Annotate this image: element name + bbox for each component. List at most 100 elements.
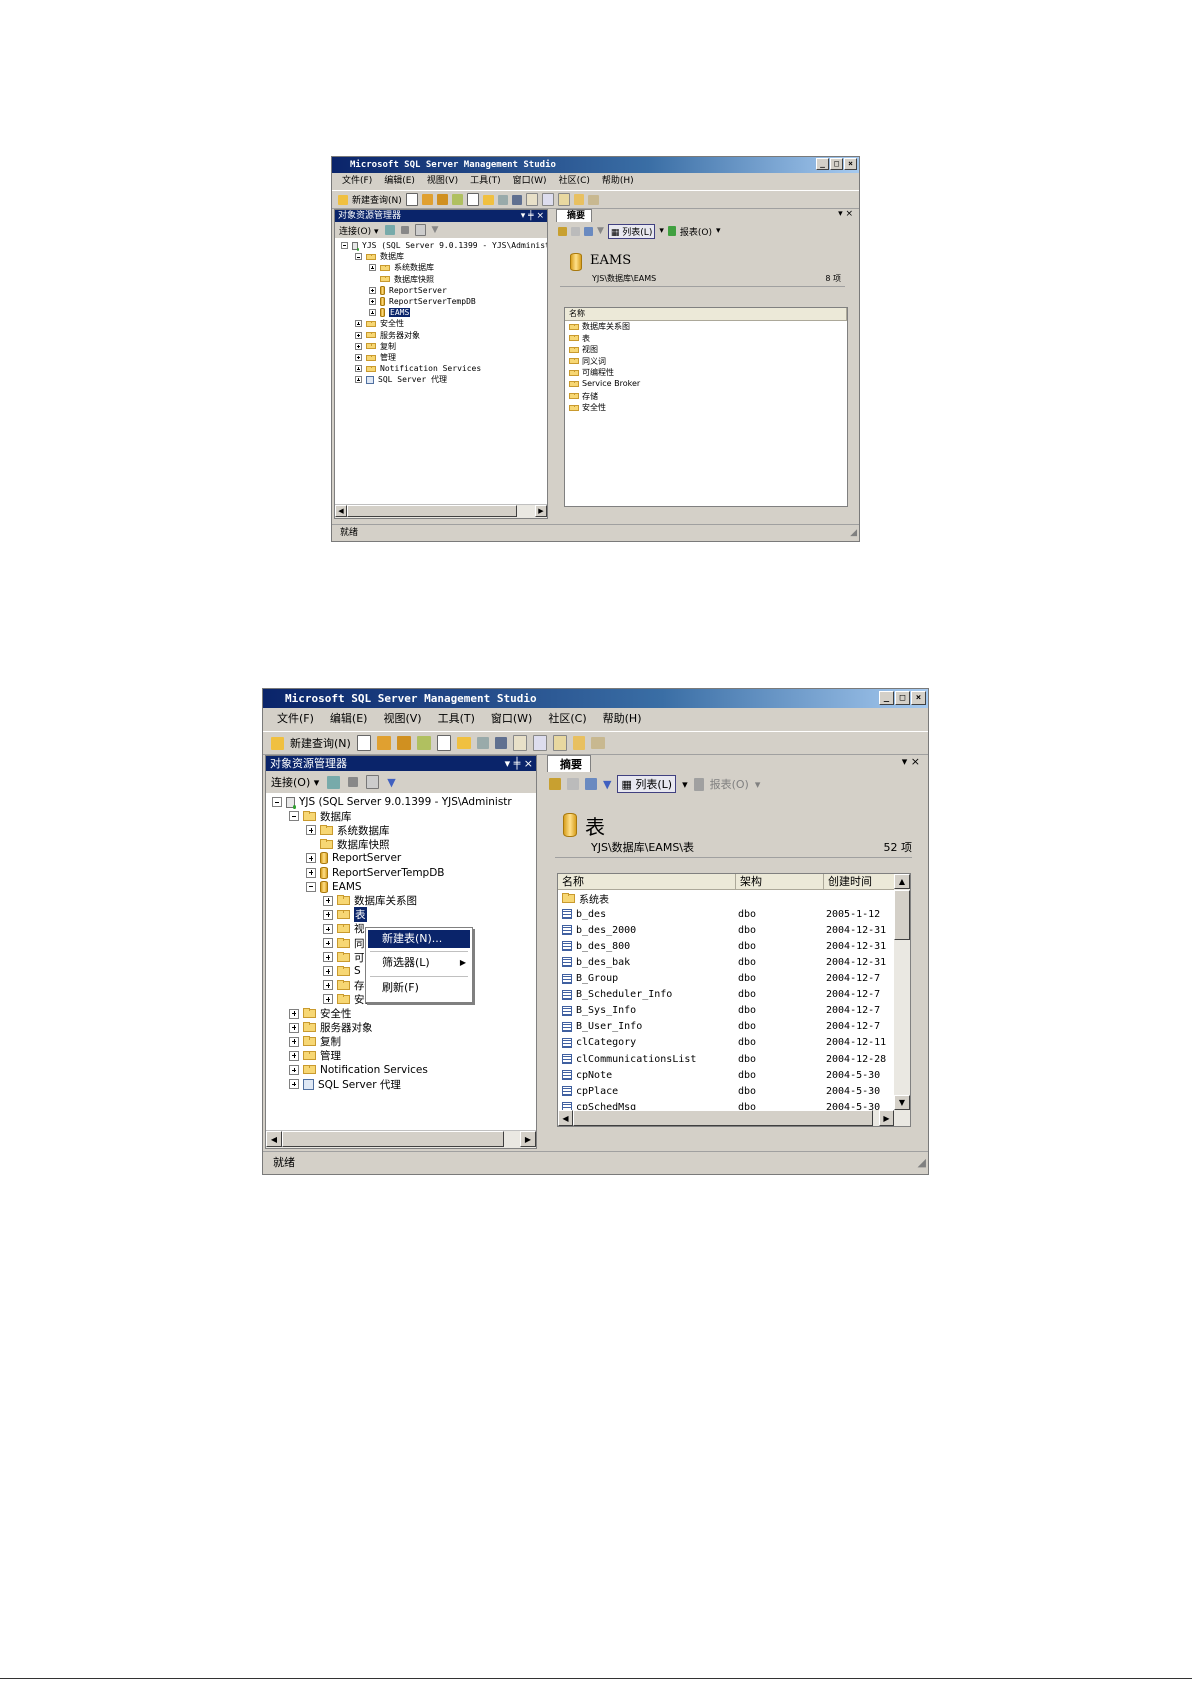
menu-community[interactable]: 社区(C) [559,174,590,189]
scroll-thumb[interactable] [573,1110,873,1126]
expand-icon[interactable] [323,980,333,991]
stop-icon[interactable] [400,226,409,234]
close-button[interactable]: × [911,691,926,705]
maximize-button[interactable]: □ [830,158,843,170]
expand-icon[interactable] [289,1036,299,1047]
expand-icon[interactable] [369,309,376,317]
minimize-button[interactable]: _ [816,158,829,170]
list-item[interactable]: 表 [569,333,590,344]
resize-grip-icon[interactable]: ◢ [918,1152,926,1174]
tree-node[interactable]: 数据库 [355,251,404,262]
collapse-icon[interactable] [289,811,299,822]
save-all-icon[interactable] [494,737,507,749]
horizontal-scrollbar[interactable]: ◀ ▶ [558,1110,910,1126]
menu-community[interactable]: 社区(C) [548,709,586,729]
refresh-icon[interactable] [585,778,597,790]
tree-node[interactable]: 服务器对象 [355,330,420,341]
tree-node[interactable]: 安全性 [355,318,404,329]
expand-icon[interactable] [355,342,362,350]
table-row[interactable]: B_Scheduler_Info dbo 2004-12-7 [562,987,894,1003]
tree-node[interactable]: 安全性 [289,1007,352,1021]
tree-node[interactable]: ReportServer [369,285,447,296]
expand-icon[interactable] [355,331,362,339]
minimize-button[interactable]: _ [879,691,894,705]
expand-icon[interactable] [369,298,376,306]
tree-node[interactable]: Notification Services [355,363,481,374]
pane-controls[interactable]: ▾ ╪ × [505,756,533,771]
table-row[interactable]: B_Sys_Info dbo 2004-12-7 [562,1003,894,1019]
analysis-query-icon[interactable] [396,736,411,750]
refresh-icon[interactable] [414,224,426,236]
tree-node[interactable]: 数据库 [289,809,352,823]
expand-icon[interactable] [323,938,333,949]
tab-summary[interactable]: 摘要 [547,755,591,772]
properties-icon[interactable] [572,736,585,750]
mdx-query-icon[interactable] [416,736,431,750]
scroll-left-button[interactable]: ◀ [266,1131,282,1147]
filter-icon[interactable]: ▼ [387,776,395,789]
tree-node[interactable]: 复制 [289,1035,341,1049]
list-item[interactable]: 安全性 [569,402,606,413]
object-explorer-icon[interactable] [532,735,547,751]
menu-window[interactable]: 窗口(W) [491,709,532,729]
collapse-icon[interactable] [355,253,362,261]
tree-node[interactable]: ReportServer [306,851,401,865]
menu-edit[interactable]: 编辑(E) [330,709,368,729]
connect-button[interactable]: 连接(O) ▾ [339,224,379,237]
toolbox-icon[interactable] [587,194,599,205]
list-view-button[interactable]: ▦ 列表(L) [607,223,656,239]
tree-node[interactable]: EAMS [306,880,362,894]
open-file-icon[interactable] [482,194,494,205]
expand-icon[interactable] [323,895,333,906]
connect-button[interactable]: 连接(O) ▾ [271,774,319,790]
table-row[interactable]: b_des dbo 2005-1-12 [562,906,894,922]
new-query-button[interactable]: 新建查询(N) [290,735,351,751]
maximize-button[interactable]: □ [895,691,910,705]
menu-tools[interactable]: 工具(T) [438,709,475,729]
toolbox-icon[interactable] [590,737,605,749]
column-schema[interactable]: 架构 [736,874,824,889]
report-dropdown-icon[interactable]: ▾ [716,226,721,236]
list-item[interactable]: 同义词 [569,356,606,367]
tree-node[interactable]: 可 [323,950,365,964]
save-all-icon[interactable] [511,194,522,205]
registered-servers-icon[interactable] [525,193,538,206]
expand-icon[interactable] [306,867,316,878]
expand-icon[interactable] [323,966,333,977]
list-item[interactable]: 可编程性 [569,367,614,378]
expand-icon[interactable] [323,994,333,1005]
scroll-thumb[interactable] [282,1131,504,1147]
tree-node[interactable]: EAMS [369,307,411,318]
expand-icon[interactable] [323,923,333,934]
scroll-left-button[interactable]: ◀ [558,1110,573,1126]
report-dropdown-icon[interactable]: ▾ [755,778,761,791]
list-item[interactable]: 存储 [569,391,598,402]
save-icon[interactable] [476,737,489,749]
scroll-right-button[interactable]: ▶ [879,1110,894,1126]
table-row[interactable]: B_User_Info dbo 2004-12-7 [562,1019,894,1035]
filter-icon[interactable]: ▼ [597,226,604,236]
column-name[interactable]: 名称 [558,874,736,889]
tree-node[interactable]: 数据库快照 [306,837,390,851]
list-item[interactable]: 数据库关系图 [569,321,630,332]
xml-query-icon[interactable] [466,193,479,206]
tree-node[interactable]: 数据库关系图 [323,894,417,908]
tree-node[interactable]: 管理 [355,352,396,363]
expand-icon[interactable] [289,1079,299,1090]
menu-item-refresh[interactable]: 刷新(F) [368,979,470,997]
tree-node[interactable]: 系统数据库 [306,823,390,837]
window-title-bar[interactable]: Microsoft SQL Server Management Studio _… [332,157,859,173]
stop-icon[interactable] [348,777,359,787]
scroll-thumb[interactable] [347,505,517,517]
collapse-icon[interactable] [306,881,316,892]
object-explorer-icon[interactable] [541,193,554,206]
tree-node[interactable]: 复制 [355,341,396,352]
column-name[interactable]: 名称 [565,308,847,320]
list-item[interactable]: Service Broker [569,379,640,388]
tab-controls[interactable]: ▾ × [902,755,920,768]
open-file-icon[interactable] [456,737,471,749]
analysis-query-icon[interactable] [436,194,448,205]
tree-node[interactable]: YJS (SQL Server 9.0.1399 - YJS\Administr [272,795,512,809]
tree-node[interactable]: YJS (SQL Server 9.0.1399 - YJS\Administr [341,240,547,251]
menu-file[interactable]: 文件(F) [277,709,314,729]
